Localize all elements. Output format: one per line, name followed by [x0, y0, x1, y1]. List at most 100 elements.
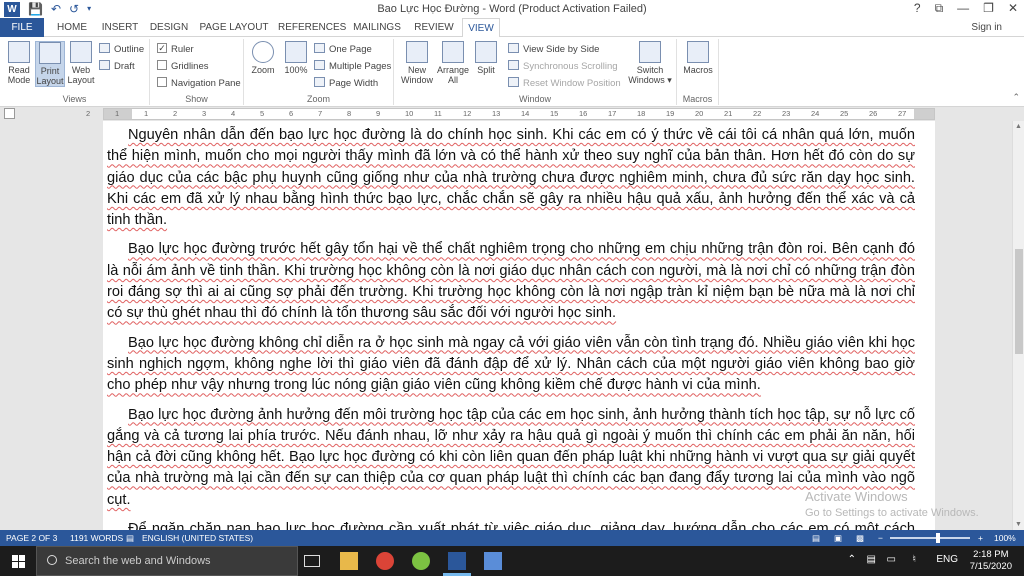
- gridlines-checkbox[interactable]: Gridlines: [157, 59, 209, 75]
- ribbon-display-options-button[interactable]: ⧉: [935, 0, 944, 16]
- magnifier-icon: [252, 41, 274, 63]
- tab-selector[interactable]: [4, 108, 15, 119]
- tab-page-layout[interactable]: PAGE LAYOUT: [198, 18, 270, 37]
- scroll-down-icon[interactable]: ▼: [1015, 521, 1022, 528]
- ruler-row: 2 1 1 2 3 4 5 6 7 8 9 10 11 12 13 14 15 16 17 18 19 20 21 22 23 2…: [0, 107, 1024, 121]
- print-layout-button[interactable]: Print Layout: [35, 41, 65, 87]
- word-taskbar-icon[interactable]: [448, 552, 466, 570]
- app-icon[interactable]: [412, 552, 430, 570]
- tab-view[interactable]: VIEW: [462, 18, 500, 38]
- view-side-by-side-button[interactable]: View Side by Side: [508, 42, 599, 58]
- paragraph[interactable]: Nguyên nhân dẫn đến bạo lực học đường là…: [107, 125, 915, 231]
- new-window-button[interactable]: New Window: [400, 41, 434, 85]
- paragraph[interactable]: Bạo lực học đường không chỉ diễn ra ở họ…: [107, 333, 915, 397]
- page-width-icon: [314, 77, 325, 88]
- reset-window-icon: [508, 77, 519, 88]
- sign-in-link[interactable]: Sign in: [971, 22, 1002, 33]
- tab-home[interactable]: HOME: [52, 18, 92, 37]
- restore-button[interactable]: ❐: [983, 0, 994, 16]
- zoom-100-button[interactable]: 100%: [281, 41, 311, 75]
- one-page-icon: [314, 43, 325, 54]
- group-show: ✓ Ruler Gridlines Navigation Pane Show: [150, 39, 244, 105]
- read-mode-view-icon[interactable]: ▤: [812, 530, 820, 546]
- tab-file[interactable]: FILE: [0, 18, 44, 37]
- zoom-level[interactable]: 100%: [994, 530, 1016, 546]
- collapse-ribbon-icon[interactable]: ⌃: [1012, 92, 1020, 103]
- scroll-thumb[interactable]: [1015, 249, 1023, 354]
- minimize-button[interactable]: —: [957, 0, 969, 16]
- paragraph[interactable]: Bạo lực học đường trước hết gây tổn hại …: [107, 239, 915, 324]
- outline-icon: [99, 43, 110, 54]
- windows-taskbar: Search the web and Windows ⌃ ▤ ▭ ♮ ENG 2…: [0, 546, 1024, 576]
- clock-date: 7/15/2020: [969, 561, 1012, 572]
- show-hidden-icons[interactable]: ⌃: [848, 554, 856, 565]
- start-button[interactable]: [0, 546, 36, 576]
- page-width-button[interactable]: Page Width: [314, 76, 378, 92]
- tab-references[interactable]: REFERENCES: [278, 18, 346, 37]
- network-icon[interactable]: ▤: [867, 554, 876, 565]
- taskbar-clock[interactable]: 2:18 PM 7/15/2020: [970, 549, 1012, 573]
- language-indicator[interactable]: ENGLISH (UNITED STATES): [142, 530, 253, 546]
- vertical-scrollbar[interactable]: ▲ ▼: [1012, 121, 1024, 530]
- input-language[interactable]: ENG: [936, 554, 958, 565]
- battery-icon[interactable]: ▭: [887, 554, 896, 565]
- close-button[interactable]: ✕: [1008, 0, 1018, 16]
- zoom-slider-knob[interactable]: [936, 533, 940, 543]
- ribbon-tabs: FILE HOME INSERT DESIGN PAGE LAYOUT REFE…: [0, 18, 1024, 38]
- ruler-checkbox[interactable]: ✓ Ruler: [157, 42, 194, 58]
- chrome-icon[interactable]: [376, 552, 394, 570]
- status-bar: PAGE 2 OF 3 1191 WORDS ▤ ENGLISH (UNITED…: [0, 530, 1024, 546]
- paragraph[interactable]: Bạo lực học đường ảnh hưởng đến môi trườ…: [107, 405, 915, 511]
- task-view-icon[interactable]: [304, 555, 320, 567]
- document-body[interactable]: Nguyên nhân dẫn đến bạo lực học đường là…: [107, 125, 915, 530]
- print-layout-view-icon[interactable]: ▣: [834, 530, 842, 546]
- zoom-out-button[interactable]: −: [878, 530, 883, 546]
- ruler-number: 13: [492, 109, 501, 118]
- arrange-all-icon: [442, 41, 464, 63]
- proofing-icon[interactable]: ▤: [126, 530, 134, 546]
- navigation-pane-checkbox[interactable]: Navigation Pane: [157, 76, 241, 92]
- tab-mailings[interactable]: MAILINGS: [350, 18, 404, 37]
- page-count[interactable]: PAGE 2 OF 3: [6, 530, 57, 546]
- ruler-number: 3: [202, 109, 207, 118]
- synchronous-scrolling-button[interactable]: Synchronous Scrolling: [508, 59, 618, 75]
- volume-icon[interactable]: ♮: [912, 554, 916, 565]
- switch-windows-button[interactable]: Switch Windows ▾: [626, 41, 674, 85]
- read-mode-button[interactable]: Read Mode: [4, 41, 34, 85]
- tab-design[interactable]: DESIGN: [148, 18, 190, 37]
- help-button[interactable]: ?: [914, 0, 921, 16]
- ribbon-view: Read Mode Print Layout Web Layout Outlin…: [0, 37, 1024, 107]
- outline-button[interactable]: Outline: [99, 42, 144, 58]
- tab-insert[interactable]: INSERT: [100, 18, 140, 37]
- macros-button[interactable]: Macros: [681, 41, 715, 75]
- draft-button[interactable]: Draft: [99, 59, 135, 75]
- split-icon: [475, 41, 497, 63]
- document-page[interactable]: Nguyên nhân dẫn đến bạo lực học đường là…: [103, 121, 935, 530]
- ruler-number: 5: [260, 109, 265, 118]
- ruler-number: 22: [753, 109, 762, 118]
- one-page-button[interactable]: One Page: [314, 42, 372, 58]
- zoom-button[interactable]: Zoom: [248, 41, 278, 75]
- horizontal-ruler[interactable]: 2 1 1 2 3 4 5 6 7 8 9 10 11 12 13 14 15 16 17 18 19 20 21 22 23 2…: [86, 108, 935, 120]
- paragraph[interactable]: Để ngăn chặn nạn bạo lực học đường cần x…: [107, 519, 915, 530]
- word-count[interactable]: 1191 WORDS: [70, 530, 123, 546]
- ruler-number: 18: [637, 109, 646, 118]
- word-document-icon[interactable]: [484, 552, 502, 570]
- web-layout-button[interactable]: Web Layout: [66, 41, 96, 85]
- group-macros: Macros Macros: [677, 39, 719, 105]
- zoom-in-button[interactable]: +: [978, 530, 983, 546]
- ruler-number: 27: [898, 109, 907, 118]
- arrange-all-button[interactable]: Arrange All: [436, 41, 470, 85]
- zoom-slider[interactable]: [890, 533, 970, 543]
- ruler-number: 26: [869, 109, 878, 118]
- taskbar-search[interactable]: Search the web and Windows: [36, 546, 298, 576]
- file-explorer-icon[interactable]: [340, 552, 358, 570]
- reset-window-position-button[interactable]: Reset Window Position: [508, 76, 621, 92]
- ruler-number: 21: [724, 109, 733, 118]
- split-button[interactable]: Split: [471, 41, 501, 75]
- multiple-pages-button[interactable]: Multiple Pages: [314, 59, 391, 75]
- ruler-number: 1: [115, 109, 120, 118]
- web-layout-view-icon[interactable]: ▩: [856, 530, 864, 546]
- tab-review[interactable]: REVIEW: [412, 18, 456, 37]
- scroll-up-icon[interactable]: ▲: [1015, 123, 1022, 130]
